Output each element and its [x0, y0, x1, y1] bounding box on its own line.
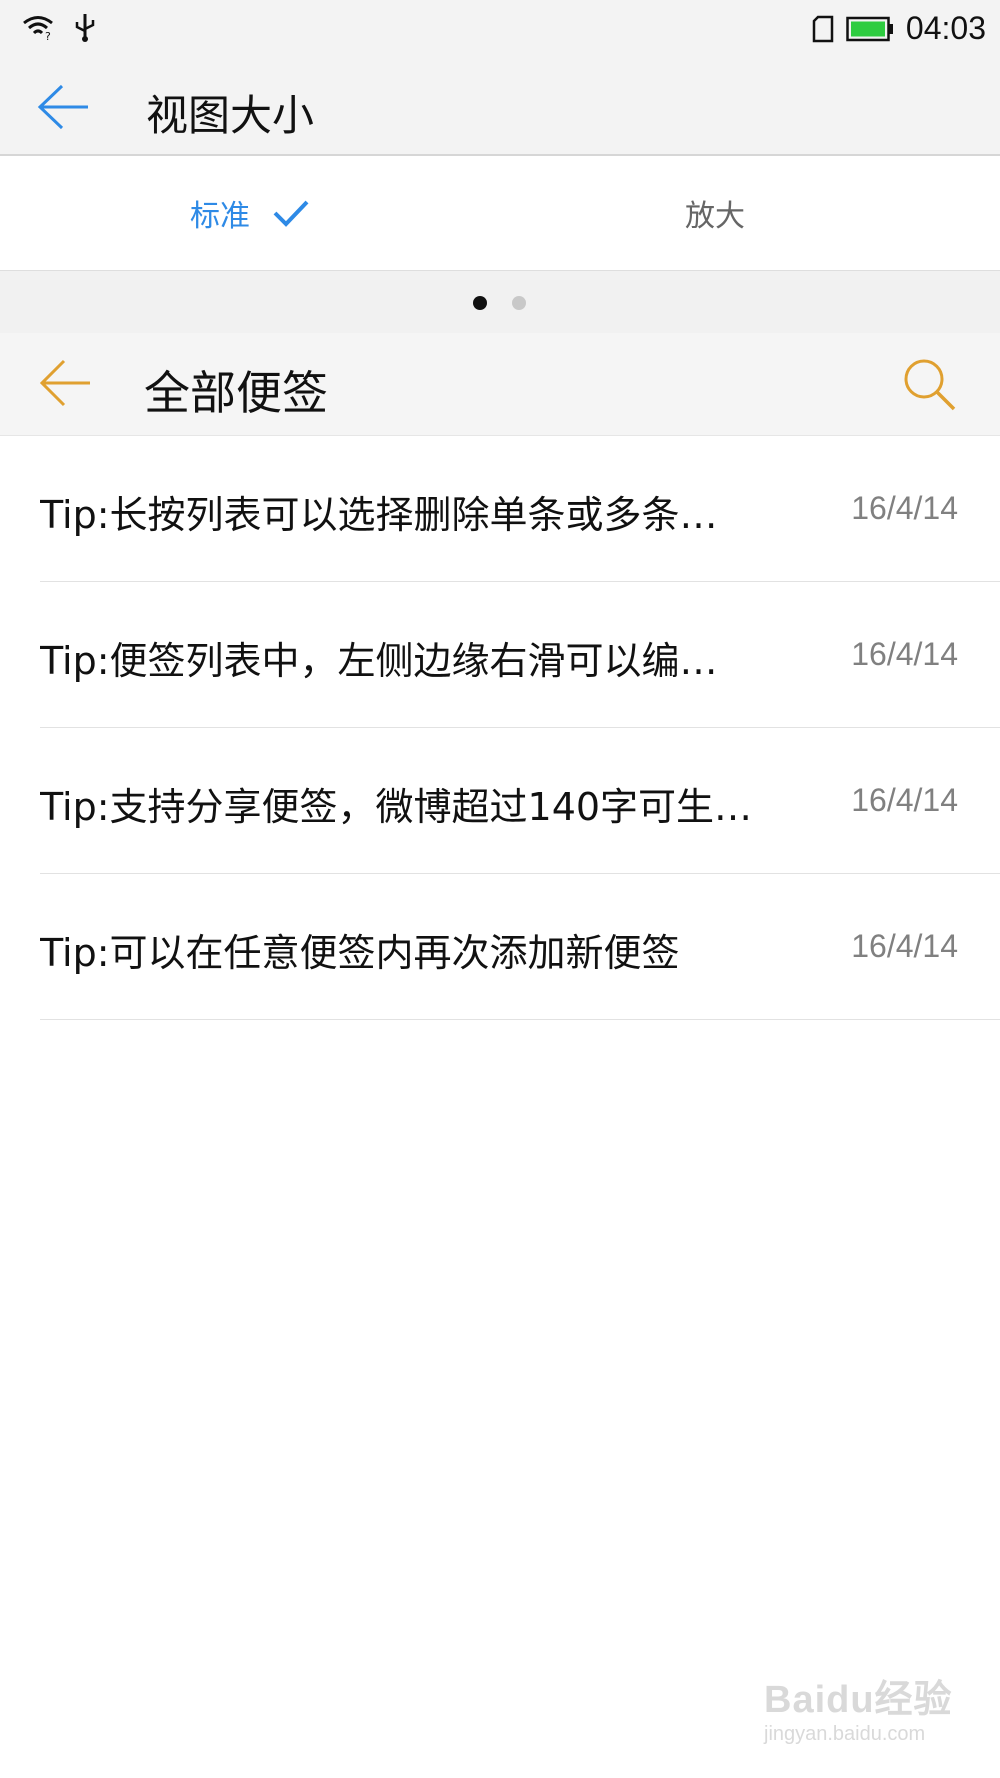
list-item[interactable]: Tip:支持分享便签，微博超过140字可生… 16/4/14	[40, 728, 1000, 874]
svg-text:?: ?	[45, 30, 51, 40]
watermark-url: jingyan.baidu.com	[764, 1723, 926, 1745]
note-text: Tip:便签列表中，左侧边缘右滑可以编…	[40, 639, 718, 683]
app-bar: 视图大小	[0, 60, 1000, 156]
tab-standard-label: 标准	[190, 199, 250, 234]
page-dot-active[interactable]	[473, 296, 487, 310]
tab-standard[interactable]: 标准	[0, 156, 500, 270]
checkmark-icon	[273, 200, 309, 227]
status-time: 04:03	[905, 10, 986, 46]
sim-card-icon	[812, 15, 834, 42]
tab-zoom-label: 放大	[685, 199, 745, 234]
note-date: 16/4/14	[851, 636, 958, 672]
note-date: 16/4/14	[851, 490, 958, 526]
notes-list: Tip:长按列表可以选择删除单条或多条… 16/4/14 Tip:便签列表中，左…	[0, 436, 1000, 1020]
note-text: Tip:长按列表可以选择删除单条或多条…	[40, 493, 718, 537]
list-item[interactable]: Tip:可以在任意便签内再次添加新便签 16/4/14	[40, 874, 1000, 1020]
preview-header: 全部便签	[0, 333, 1000, 436]
page-indicator	[0, 271, 1000, 333]
status-bar: ? 04:03	[0, 0, 1000, 60]
note-text: Tip:支持分享便签，微博超过140字可生…	[40, 785, 753, 829]
wifi-icon: ?	[23, 16, 53, 40]
battery-icon	[846, 16, 893, 41]
list-item[interactable]: Tip:长按列表可以选择删除单条或多条… 16/4/14	[40, 436, 1000, 582]
watermark-brand: Baidu经验	[764, 1679, 953, 1721]
usb-icon	[75, 14, 95, 42]
view-size-tabs: 标准 放大	[0, 156, 1000, 271]
note-date: 16/4/14	[851, 928, 958, 964]
back-arrow-icon[interactable]	[36, 82, 92, 132]
search-icon[interactable]	[900, 355, 958, 413]
back-arrow-icon[interactable]	[38, 357, 94, 409]
preview-title: 全部便签	[144, 366, 328, 420]
page-title: 视图大小	[146, 91, 315, 140]
list-item[interactable]: Tip:便签列表中，左侧边缘右滑可以编… 16/4/14	[40, 582, 1000, 728]
note-date: 16/4/14	[851, 782, 958, 818]
tab-zoom[interactable]: 放大	[500, 156, 930, 270]
baidu-watermark: Baidu经验 jingyan.baidu.com	[764, 1668, 964, 1758]
note-text: Tip:可以在任意便签内再次添加新便签	[40, 931, 680, 975]
page-dot-inactive[interactable]	[512, 296, 526, 310]
